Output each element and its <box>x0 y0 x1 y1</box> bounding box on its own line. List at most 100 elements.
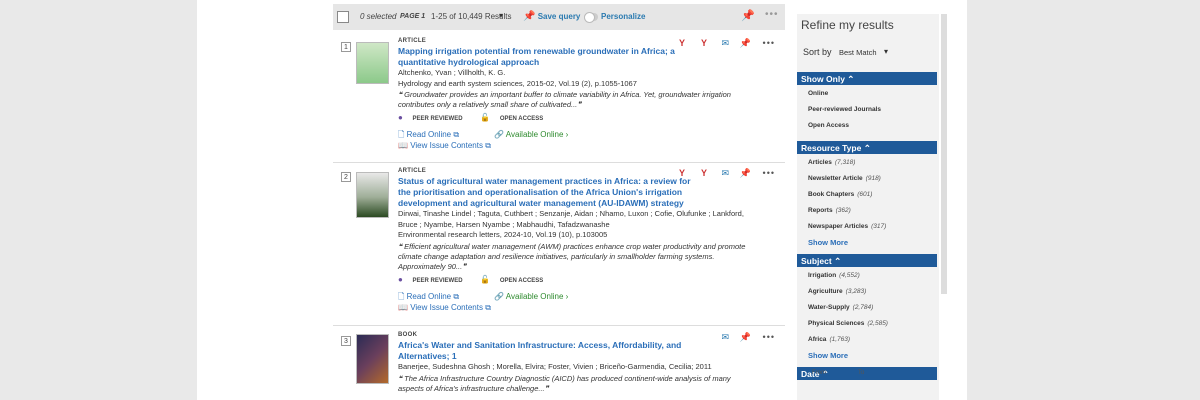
read-online-link[interactable]: 🗋 Read Online ⧉ <box>398 292 459 301</box>
more-options-icon[interactable]: ••• <box>763 332 775 342</box>
open-access-badge: 🔓 OPEN ACCESS <box>480 113 551 122</box>
facet-label[interactable]: Irrigation <box>808 272 836 279</box>
available-online-link[interactable]: 🔗 Available Online › <box>494 291 568 302</box>
facet-heading[interactable]: Subject <box>801 256 832 266</box>
facet-label[interactable]: Newsletter Article <box>808 175 863 182</box>
pin-icon[interactable]: 📌 <box>740 38 751 49</box>
chevron-up-icon: ⌃ <box>863 143 871 153</box>
facet-label[interactable]: Agriculture <box>808 288 843 295</box>
email-icon[interactable]: ✉ <box>721 38 729 49</box>
facet-item[interactable]: Online <box>808 90 828 97</box>
page-indicator: PAGE 1 <box>400 13 426 20</box>
facet-item[interactable]: Newsletter Article (918) <box>808 175 881 182</box>
cite-icon[interactable]: Y <box>679 38 685 48</box>
result-title[interactable]: Africa's Water and Sanitation Infrastruc… <box>398 340 748 362</box>
facet-item[interactable]: Water-Supply (2,784) <box>808 304 873 311</box>
facet-label[interactable]: Physical Sciences <box>808 320 864 327</box>
facet-label[interactable]: Articles <box>808 159 832 166</box>
facet-label[interactable]: Online <box>808 90 828 97</box>
facet-count: (3,283) <box>845 288 867 295</box>
facet-label[interactable]: Reports <box>808 207 833 214</box>
facet-count: (2,784) <box>852 304 874 311</box>
show-more-link[interactable]: Show More <box>808 238 848 247</box>
facet-count: (601) <box>857 191 873 198</box>
view-issue-link[interactable]: 📖 View Issue Contents ⧉ <box>398 302 748 313</box>
link-label[interactable]: View Issue Contents <box>410 303 483 312</box>
results-dropdown-icon[interactable]: ▾ <box>499 11 503 20</box>
more-options-icon[interactable]: ••• <box>763 168 775 178</box>
sort-dropdown-icon[interactable]: ▾ <box>884 47 888 56</box>
email-icon[interactable]: ✉ <box>721 332 729 343</box>
refine-heading: Refine my results <box>801 18 894 32</box>
personalize-label[interactable]: Personalize <box>601 12 645 21</box>
facet-item[interactable]: Irrigation (4,552) <box>808 272 860 279</box>
title-line[interactable]: Alternatives; 1 <box>398 351 748 362</box>
facet-item[interactable]: Open Access <box>808 122 849 129</box>
read-online-link[interactable]: 🗋 Read Online ⧉ <box>398 130 459 139</box>
facet-label[interactable]: Book Chapters <box>808 191 854 198</box>
snippet-line: Approximately 90... <box>398 261 463 271</box>
save-query-button[interactable]: 📌 Save query <box>523 11 580 22</box>
facet-item[interactable]: Newspaper Articles (317) <box>808 223 886 230</box>
title-line[interactable]: quantitative hydrological approach <box>398 57 748 68</box>
badge-label: PEER REVIEWED <box>412 277 463 284</box>
source: Environmental research letters, 2024-10,… <box>398 230 608 239</box>
facet-show-only[interactable]: Show Only ⌃ <box>797 72 937 85</box>
facet-item[interactable]: Africa (1,763) <box>808 336 850 343</box>
result-number: 3 <box>341 336 351 346</box>
open-access-badge: 🔓 OPEN ACCESS <box>480 275 551 284</box>
cover-thumbnail[interactable] <box>356 334 389 384</box>
result-item: 1 ARTICLE Mapping irrigation potential f… <box>333 38 785 158</box>
facet-label[interactable]: Water-Supply <box>808 304 850 311</box>
facet-item[interactable]: Book Chapters (601) <box>808 191 872 198</box>
result-title[interactable]: Mapping irrigation potential from renewa… <box>398 46 748 68</box>
show-more-link[interactable]: Show More <box>808 351 848 360</box>
cover-thumbnail[interactable] <box>356 42 389 84</box>
available-online-link[interactable]: 🔗 Available Online › <box>494 129 568 140</box>
pin-icon[interactable]: 📌 <box>740 332 751 343</box>
facet-label[interactable]: Peer-reviewed Journals <box>808 106 881 113</box>
chevron-up-icon: ⌃ <box>834 256 842 266</box>
cite-icon[interactable]: Y <box>679 168 685 178</box>
title-line[interactable]: Status of agricultural water management … <box>398 176 748 187</box>
link-label[interactable]: Read Online <box>407 292 451 301</box>
facet-item[interactable]: Agriculture (3,283) <box>808 288 866 295</box>
link-label[interactable]: View Issue Contents <box>410 141 483 150</box>
facet-subject[interactable]: Subject ⌃ <box>797 254 937 267</box>
facet-heading[interactable]: Show Only <box>801 74 845 84</box>
more-options-icon[interactable]: ••• <box>765 9 779 20</box>
export-icon[interactable]: Y <box>701 168 707 178</box>
title-line[interactable]: Mapping irrigation potential from renewa… <box>398 46 748 57</box>
facet-label[interactable]: Newspaper Articles <box>808 223 868 230</box>
sidebar-scrollbar[interactable] <box>941 14 947 294</box>
facet-item[interactable]: Physical Sciences (2,585) <box>808 320 888 327</box>
facet-heading[interactable]: Resource Type <box>801 143 861 153</box>
resource-type: ARTICLE <box>398 168 427 174</box>
link-label[interactable]: Available Online <box>506 292 564 301</box>
export-icon[interactable]: Y <box>701 38 707 48</box>
facet-count: (4,552) <box>839 272 860 279</box>
facet-item[interactable]: Articles (7,318) <box>808 159 855 166</box>
link-label[interactable]: Read Online <box>407 130 451 139</box>
facet-label[interactable]: Africa <box>808 336 826 343</box>
snippet-line: The Africa Infrastructure Country Diagno… <box>404 373 731 383</box>
sort-select[interactable]: Best Match <box>839 48 877 57</box>
personalize-toggle[interactable] <box>584 12 598 23</box>
title-line[interactable]: the prioritisation and operationalisatio… <box>398 187 748 198</box>
select-all-checkbox[interactable] <box>337 11 349 23</box>
facet-resource-type[interactable]: Resource Type ⌃ <box>797 141 937 154</box>
result-title[interactable]: Status of agricultural water management … <box>398 176 748 209</box>
facet-item[interactable]: Peer-reviewed Journals <box>808 106 881 113</box>
pin-icon[interactable]: 📌 <box>740 168 751 179</box>
pin-icon[interactable]: 📌 <box>741 9 755 22</box>
authors: Banerjee, Sudeshna Ghosh ; Morella, Elvi… <box>398 362 712 371</box>
title-line[interactable]: development and agricultural water manag… <box>398 198 748 209</box>
title-line[interactable]: Africa's Water and Sanitation Infrastruc… <box>398 340 748 351</box>
email-icon[interactable]: ✉ <box>721 168 729 179</box>
cover-thumbnail[interactable] <box>356 172 389 218</box>
facet-label[interactable]: Open Access <box>808 122 849 129</box>
more-options-icon[interactable]: ••• <box>763 38 775 48</box>
view-issue-link[interactable]: 📖 View Issue Contents ⧉ <box>398 140 748 151</box>
link-label[interactable]: Available Online <box>506 130 564 139</box>
facet-item[interactable]: Reports (362) <box>808 207 851 214</box>
